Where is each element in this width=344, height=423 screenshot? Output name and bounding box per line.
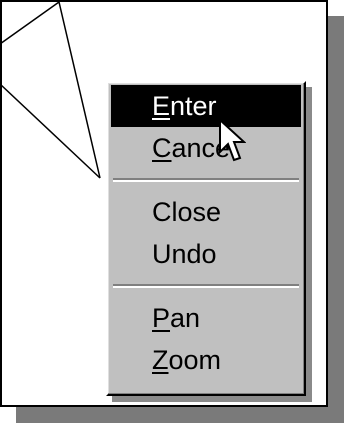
menu-item-mnemonic: C [152,133,172,163]
menu-item-cancel[interactable]: Cancel [111,127,301,169]
menu-item-label: Undo [152,239,217,269]
menu-item-mnemonic: Z [152,345,169,375]
menu-item-label: oom [168,345,222,375]
menu-item-label: an [170,303,201,333]
arrow-cursor-icon [219,118,246,162]
sketch-line-bottom [2,84,101,179]
menu-item-mnemonic: E [152,91,171,121]
menu-separator [113,284,299,288]
menu-item-close[interactable]: Close [111,191,301,233]
sketch-line-top [2,2,60,44]
menu-separator [113,178,299,182]
menu-item-enter[interactable]: Enter [111,85,301,127]
menu-item-zoom[interactable]: Zoom [111,339,301,381]
menu-item-label: Close [152,197,222,227]
sketch-line-right [58,2,101,179]
context-menu: Enter Cancel Close Undo Pan Zoom [106,81,306,396]
menu-item-pan[interactable]: Pan [111,297,301,339]
menu-item-mnemonic: P [152,303,171,333]
menu-item-undo[interactable]: Undo [111,233,301,275]
menu-item-label: nter [170,91,217,121]
